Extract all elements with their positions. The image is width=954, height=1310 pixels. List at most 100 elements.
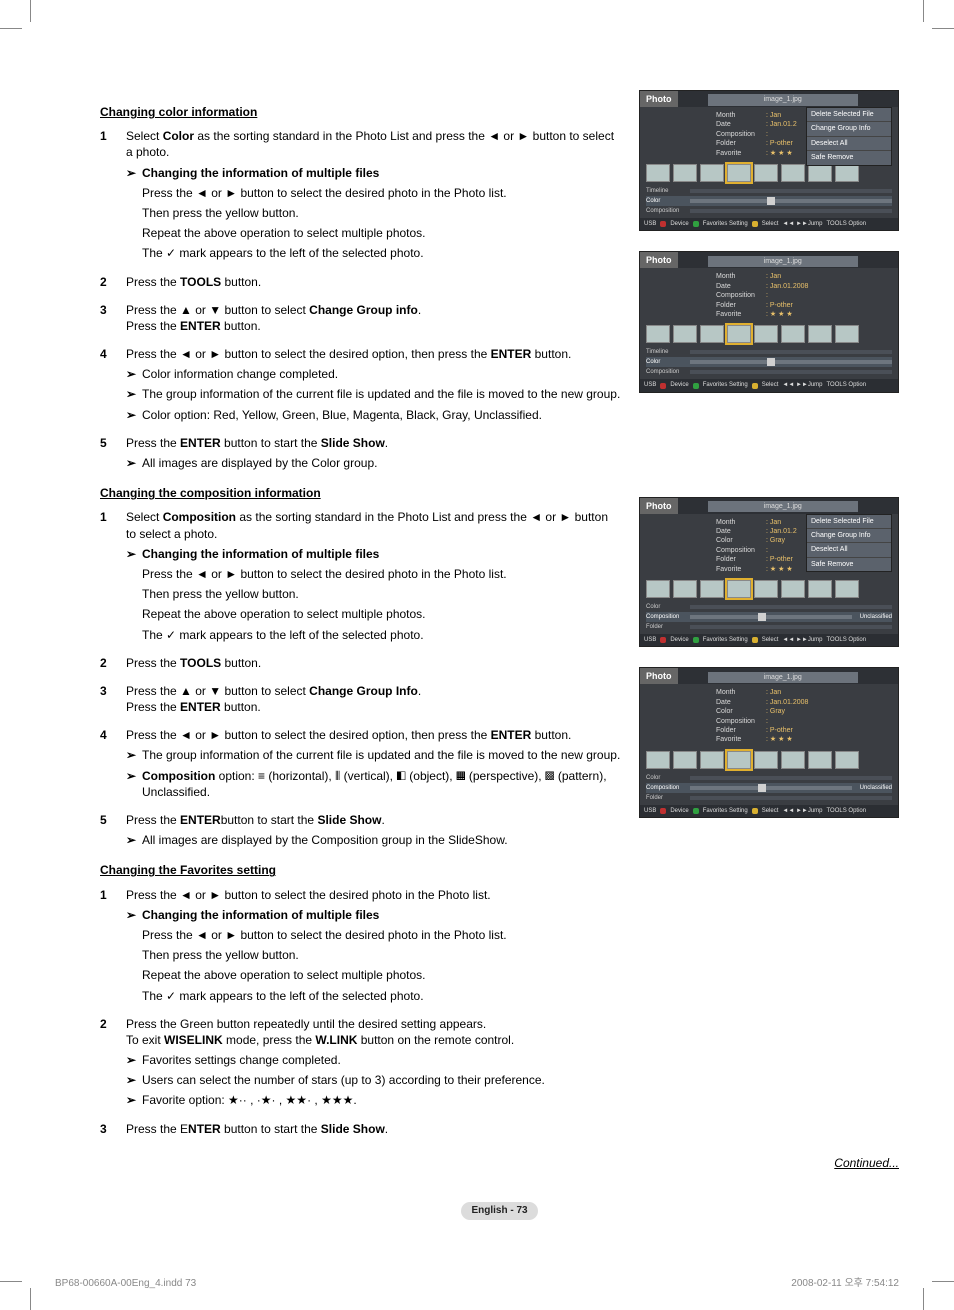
thumbnail[interactable]	[754, 164, 778, 182]
sort-row[interactable]: Color	[646, 357, 892, 367]
context-menu-item[interactable]: Change Group Info	[807, 529, 891, 543]
sort-row[interactable]: Composition	[646, 367, 892, 377]
thumbnail[interactable]	[727, 580, 751, 598]
meta-key: Composition	[716, 291, 762, 300]
step-text: Press the ▲ or ▼ button to select Change…	[126, 302, 621, 334]
sub-line: Press the ◄ or ► button to select the de…	[126, 927, 621, 943]
tv-screenshot: Photoimage_1.jpgMonth: JanDate: Jan.01.2…	[639, 90, 899, 231]
thumbnail[interactable]	[646, 580, 670, 598]
thumbnail[interactable]	[646, 751, 670, 769]
thumbnail[interactable]	[700, 751, 724, 769]
sub-text: Color information change completed.	[142, 366, 621, 382]
step-text: Press the ▲ or ▼ button to select Change…	[126, 683, 621, 715]
sort-marker	[767, 197, 775, 205]
foot-label-jump: ◄◄ ►►Jump	[782, 220, 822, 228]
sub-text: All images are displayed by the Composit…	[142, 832, 621, 848]
sort-row[interactable]: Folder	[646, 793, 892, 803]
screenshot-header: Photoimage_1.jpg	[640, 498, 898, 514]
thumbnail[interactable]	[835, 580, 859, 598]
context-menu-item[interactable]: Safe Remove	[807, 151, 891, 164]
foot-color-icon	[693, 383, 699, 389]
thumbnail[interactable]	[727, 164, 751, 182]
context-menu-item[interactable]: Deselect All	[807, 543, 891, 557]
sub-bullet-icon: ➢	[126, 1072, 142, 1088]
sub-line: ➢The group information of the current fi…	[126, 386, 621, 402]
instruction-step: 1Select Color as the sorting standard in…	[100, 128, 621, 261]
thumbnail[interactable]	[754, 325, 778, 343]
thumbnail[interactable]	[781, 580, 805, 598]
sort-row[interactable]: Color	[646, 773, 892, 783]
screenshot-filename: image_1.jpg	[708, 256, 859, 267]
context-menu: Delete Selected FileChange Group InfoDes…	[806, 107, 892, 166]
sub-text: Repeat the above operation to select mul…	[142, 967, 621, 983]
meta-value: : Jan.01.2	[766, 120, 797, 129]
tv-screenshot: Photoimage_1.jpgMonth: JanDate: Jan.01.2…	[639, 667, 899, 818]
sort-bar	[690, 796, 892, 800]
meta-value: : Jan.01.2	[766, 527, 797, 536]
meta-key: Color	[716, 707, 762, 716]
sort-row[interactable]: CompositionUnclassified	[646, 783, 892, 793]
tv-screenshot: Photoimage_1.jpgMonth: JanDate: Jan.01.2…	[639, 497, 899, 648]
sort-row[interactable]: CompositionUnclassified	[646, 612, 892, 622]
sub-bullet-icon: ➢	[126, 1092, 142, 1108]
thumbnail[interactable]	[754, 580, 778, 598]
thumbnail[interactable]	[727, 751, 751, 769]
instruction-step: 2Press the TOOLS button.	[100, 655, 621, 671]
thumbnail[interactable]	[781, 325, 805, 343]
thumbnail[interactable]	[808, 164, 832, 182]
thumbnail[interactable]	[835, 325, 859, 343]
context-menu-item[interactable]: Change Group Info	[807, 122, 891, 136]
step-number: 4	[100, 346, 126, 362]
foot-label-device: Device	[670, 381, 688, 389]
thumbnail[interactable]	[673, 580, 697, 598]
thumbnail[interactable]	[808, 751, 832, 769]
section-heading: Changing the Favorites setting	[100, 862, 621, 878]
sort-bar	[690, 370, 892, 374]
thumbnail[interactable]	[673, 751, 697, 769]
thumbnail[interactable]	[673, 164, 697, 182]
thumbnail[interactable]	[835, 164, 859, 182]
step-number: 4	[100, 727, 126, 743]
step-body: Select Color as the sorting standard in …	[126, 128, 621, 261]
screenshot-header: Photoimage_1.jpg	[640, 91, 898, 107]
thumbnail[interactable]	[700, 164, 724, 182]
sub-text: Composition option: ≡ (horizontal), ⦀ (v…	[142, 768, 621, 800]
sort-row[interactable]: Color	[646, 602, 892, 612]
thumbnail[interactable]	[808, 580, 832, 598]
sort-row[interactable]: Timeline	[646, 347, 892, 357]
context-menu-item[interactable]: Delete Selected File	[807, 108, 891, 122]
thumbnail[interactable]	[646, 325, 670, 343]
thumbnail[interactable]	[700, 580, 724, 598]
context-menu-item[interactable]: Safe Remove	[807, 558, 891, 571]
step-body: Press the ◄ or ► button to select the de…	[126, 887, 621, 1004]
thumbnail[interactable]	[835, 751, 859, 769]
thumbnail[interactable]	[781, 751, 805, 769]
thumbnail-strip	[640, 576, 898, 602]
sort-row[interactable]: Color	[646, 196, 892, 206]
foot-color-icon	[752, 383, 758, 389]
sort-row[interactable]: Composition	[646, 206, 892, 216]
page-number-pill: English - 73	[461, 1202, 537, 1220]
thumbnail[interactable]	[727, 325, 751, 343]
meta-value: :	[766, 546, 768, 555]
sub-text: Repeat the above operation to select mul…	[142, 225, 621, 241]
step-body: Press the ▲ or ▼ button to select Change…	[126, 302, 621, 334]
sort-row[interactable]: Timeline	[646, 186, 892, 196]
sub-line: ➢Changing the information of multiple fi…	[126, 165, 621, 181]
meta-value: : P-other	[766, 555, 793, 564]
sort-label: Timeline	[646, 348, 686, 356]
sub-bullet-icon: ➢	[126, 366, 142, 382]
thumbnail[interactable]	[754, 751, 778, 769]
sub-line: ➢Color option: Red, Yellow, Green, Blue,…	[126, 407, 621, 423]
context-menu-item[interactable]: Delete Selected File	[807, 515, 891, 529]
sub-text: The ✓ mark appears to the left of the se…	[142, 627, 621, 643]
sort-row[interactable]: Folder	[646, 622, 892, 632]
thumbnail[interactable]	[646, 164, 670, 182]
thumbnail[interactable]	[700, 325, 724, 343]
context-menu-item[interactable]: Deselect All	[807, 137, 891, 151]
thumbnail[interactable]	[781, 164, 805, 182]
page-number-pill-wrap: English - 73	[100, 1201, 899, 1220]
step-body: Press the ENTER button to start the Slid…	[126, 435, 621, 471]
thumbnail[interactable]	[673, 325, 697, 343]
thumbnail[interactable]	[808, 325, 832, 343]
